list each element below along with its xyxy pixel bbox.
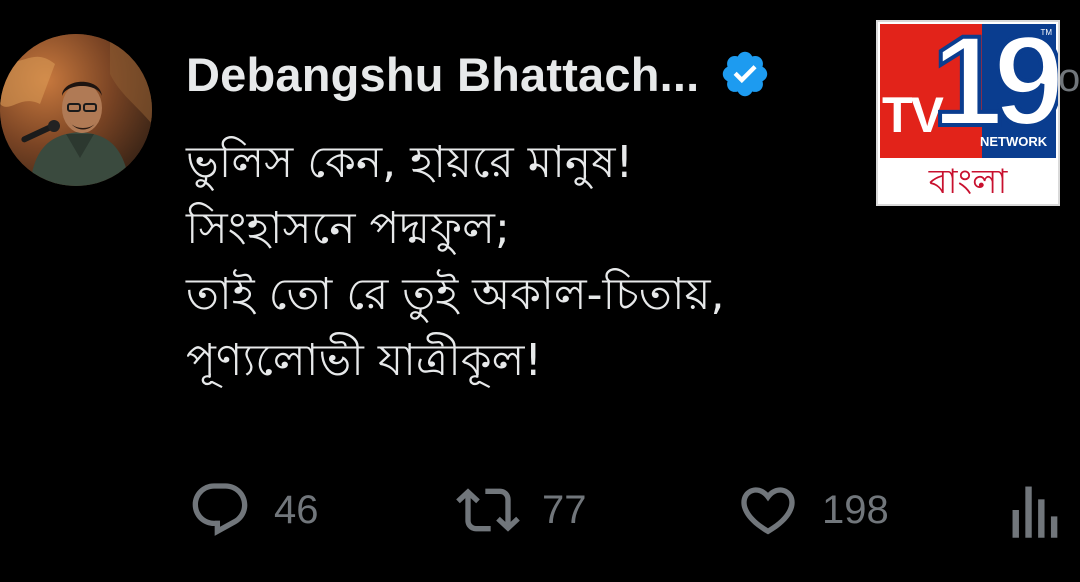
reply-bubble-icon <box>188 478 252 542</box>
tweet-header: Debangshu Bhattach... <box>186 44 771 104</box>
logo-bengali-text: বাংলা <box>928 162 1008 202</box>
logo-tm-text: TM <box>1040 28 1052 37</box>
tweet-line: ভুলিস কেন, হায়রে মানুষ! <box>186 137 634 188</box>
heart-icon <box>736 478 800 542</box>
views-button[interactable] <box>1010 478 1062 542</box>
reply-button[interactable]: 46 <box>188 478 319 542</box>
like-button[interactable]: 198 <box>736 478 889 542</box>
profile-photo <box>0 34 152 186</box>
author-avatar[interactable] <box>0 34 152 186</box>
tweet-line: পূণ্যলোভী যাত্রীকূল! <box>186 335 543 386</box>
tweet-line: তাই তো রে তুই অকাল-চিতায়, <box>186 269 725 320</box>
tweet-text: ভুলিস কেন, হায়রে মানুষ! সিংহাসনে পদ্মফু… <box>186 130 725 394</box>
tweet-line: সিংহাসনে পদ্মফুল; <box>186 203 510 254</box>
tweet-card: Debangshu Bhattach... o ভুলিস কেন, হায়র… <box>0 0 1080 582</box>
logo-top-panel: TV 19 NETWORK TM <box>880 22 1058 158</box>
tweet-action-bar: 46 77 198 <box>0 478 1080 542</box>
tv19-bangla-logo: TV 19 NETWORK TM বাংলা <box>876 20 1060 206</box>
reply-count: 46 <box>274 487 319 532</box>
like-count: 198 <box>822 487 889 532</box>
retweet-button[interactable]: 77 <box>456 478 587 542</box>
logo-network-text: NETWORK <box>980 134 1048 149</box>
logo-number-text: 19 <box>930 20 1058 153</box>
overflow-menu-glyph[interactable]: o <box>1058 56 1080 101</box>
retweet-icon <box>456 478 520 542</box>
author-display-name[interactable]: Debangshu Bhattach... <box>186 47 699 102</box>
verified-badge-icon[interactable] <box>719 48 771 100</box>
views-bar-chart-icon <box>1010 478 1062 542</box>
retweet-count: 77 <box>542 487 587 532</box>
